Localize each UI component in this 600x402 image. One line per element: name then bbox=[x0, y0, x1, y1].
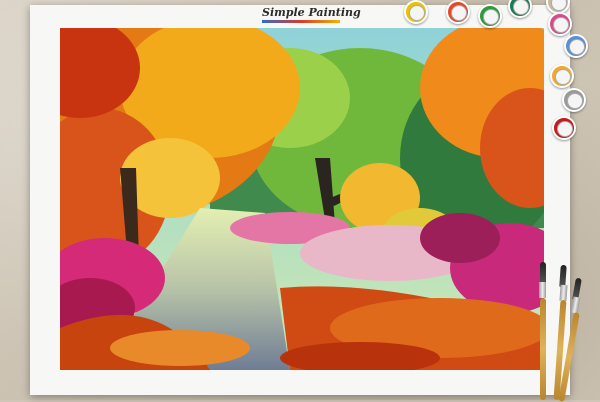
painting-artwork bbox=[60, 28, 544, 370]
paint-pot-icon bbox=[404, 0, 428, 24]
paint-pot-icon bbox=[562, 88, 586, 112]
autumn-park-painting bbox=[60, 28, 544, 370]
paint-pot-icon bbox=[550, 64, 574, 88]
paint-pot-icon bbox=[548, 12, 572, 36]
paint-pot-icon bbox=[478, 4, 502, 28]
brand-logo-underline bbox=[262, 20, 340, 23]
paint-pot-icon bbox=[552, 116, 576, 140]
paint-pot-icon bbox=[446, 0, 470, 24]
paint-pot-icon bbox=[564, 34, 588, 58]
